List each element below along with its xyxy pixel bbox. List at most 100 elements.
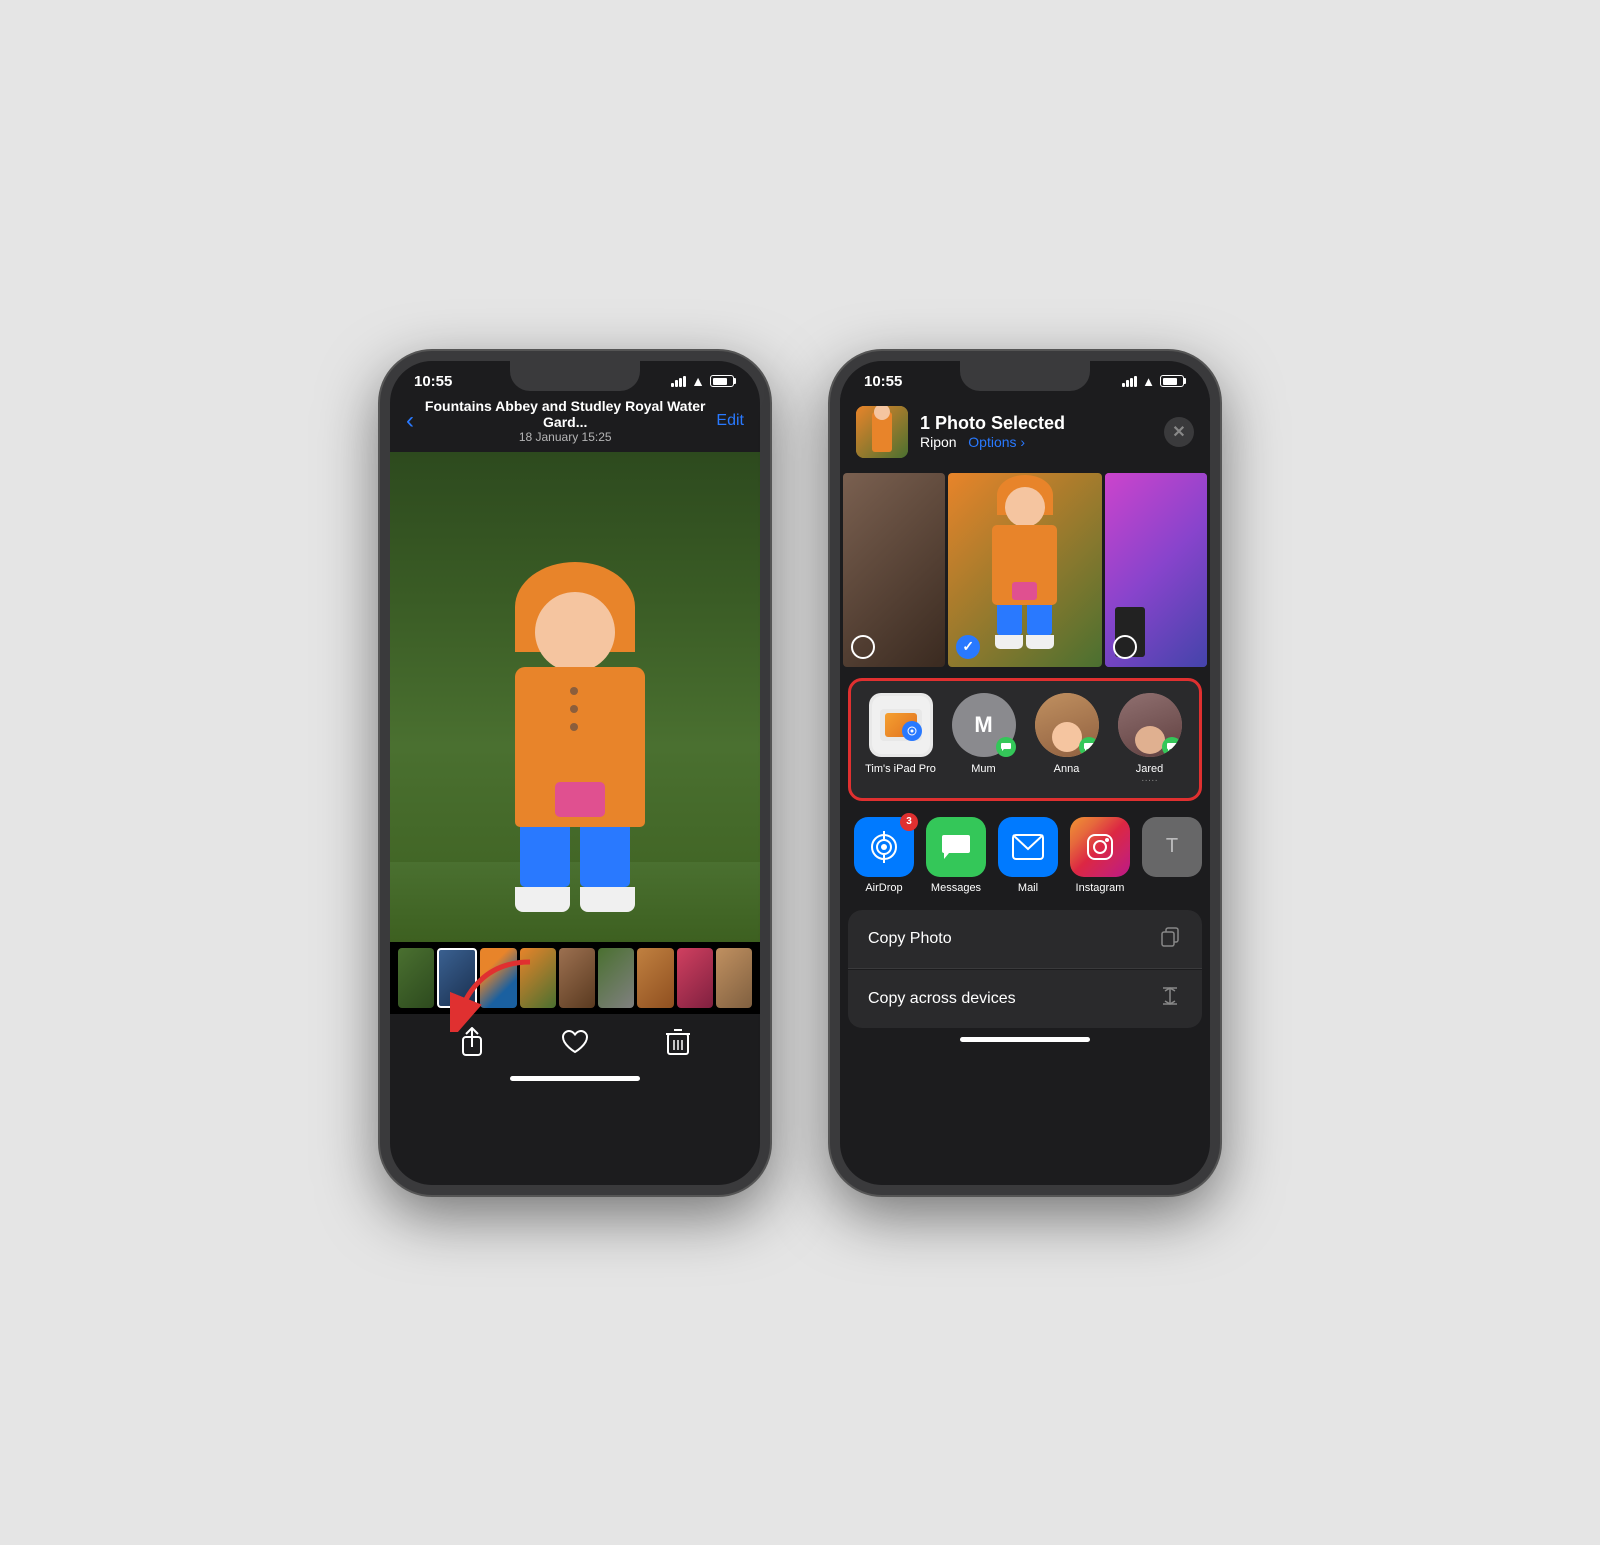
- airdrop-label: AirDrop: [865, 882, 902, 894]
- airdrop-section: Tim's iPad Pro M Mum: [848, 678, 1202, 801]
- time-left: 10:55: [414, 373, 452, 390]
- copy-across-row[interactable]: Copy across devices: [848, 970, 1202, 1028]
- ipad-avatar[interactable]: [869, 693, 933, 757]
- contact-jared[interactable]: Jared ·····: [1114, 693, 1186, 786]
- right-phone: 10:55 ▲ 1 Photo Selec: [830, 351, 1220, 1195]
- nav-bar-left: ‹ Fountains Abbey and Studley Royal Wate…: [390, 394, 760, 452]
- photo-date: 18 January 15:25: [422, 430, 708, 444]
- signal-bar-1: [671, 383, 674, 387]
- options-button[interactable]: Options ›: [968, 434, 1025, 450]
- film-thumb-8[interactable]: [677, 948, 713, 1008]
- messages-app-icon[interactable]: [926, 817, 986, 877]
- film-thumb-6[interactable]: [598, 948, 634, 1008]
- checkmark: ✓: [962, 638, 974, 655]
- status-bar-right: 10:55 ▲: [840, 361, 1210, 394]
- airdrop-contacts: Tim's iPad Pro M Mum: [863, 693, 1187, 786]
- grid-photo-1[interactable]: [843, 473, 945, 667]
- copy-across-label: Copy across devices: [868, 990, 1016, 1008]
- copy-photo-row[interactable]: Copy Photo: [848, 910, 1202, 969]
- child-leg-right: [580, 827, 630, 887]
- share-header: 1 Photo Selected Ripon Options › ✕: [840, 394, 1210, 470]
- edit-button[interactable]: Edit: [716, 412, 744, 430]
- contact-anna[interactable]: Anna: [1031, 693, 1103, 786]
- film-strip[interactable]: [390, 942, 760, 1014]
- mail-app-icon[interactable]: [998, 817, 1058, 877]
- contact-name-anna: Anna: [1054, 763, 1080, 775]
- mail-label: Mail: [1018, 882, 1038, 894]
- left-phone: 10:55 ▲ ‹ Fountains Abbey and Studley Ro…: [380, 351, 770, 1195]
- airdrop-app-icon[interactable]: 3: [854, 817, 914, 877]
- film-thumb-5[interactable]: [559, 948, 595, 1008]
- badge-3: 3: [900, 813, 918, 831]
- select-circle-1[interactable]: [851, 635, 875, 659]
- instagram-label: Instagram: [1076, 882, 1125, 894]
- location-name: Ripon: [920, 434, 957, 450]
- signal-bar-2: [675, 380, 678, 387]
- wifi-icon-right: ▲: [1142, 374, 1155, 389]
- anna-avatar[interactable]: [1035, 693, 1099, 757]
- contact-name-mum: Mum: [971, 763, 995, 775]
- film-thumb-7[interactable]: [637, 948, 673, 1008]
- copy-photo-icon: [1158, 924, 1182, 954]
- status-icons-left: ▲: [671, 373, 736, 389]
- heart-button[interactable]: [559, 1026, 591, 1058]
- home-indicator-left: [510, 1076, 640, 1081]
- home-indicator-right: [960, 1037, 1090, 1042]
- film-thumb-2[interactable]: [437, 948, 477, 1008]
- share-location: Ripon Options ›: [920, 434, 1152, 450]
- film-thumb-1[interactable]: [398, 948, 434, 1008]
- back-button[interactable]: ‹: [406, 407, 414, 435]
- child-boot-right: [580, 887, 635, 912]
- film-thumb-3[interactable]: [480, 948, 516, 1008]
- anna-message-badge: [1079, 737, 1099, 757]
- share-title: 1 Photo Selected: [920, 413, 1152, 434]
- child-boot-left: [515, 887, 570, 912]
- wifi-icon: ▲: [691, 373, 705, 389]
- signal-icon: [671, 375, 686, 387]
- app-messages[interactable]: Messages: [924, 817, 988, 894]
- copy-across-icon: [1158, 984, 1182, 1014]
- jared-avatar[interactable]: [1118, 693, 1182, 757]
- child-head: [535, 592, 615, 672]
- instagram-app-icon[interactable]: [1070, 817, 1130, 877]
- child-pants: [515, 827, 635, 887]
- app-airdrop[interactable]: 3 AirDrop: [852, 817, 916, 894]
- share-thumbnail: [856, 406, 908, 458]
- ipad-img: [872, 696, 930, 754]
- messages-label: Messages: [931, 882, 981, 894]
- copy-photo-label: Copy Photo: [868, 930, 952, 948]
- signal-bar-4: [683, 376, 686, 387]
- select-circle-2[interactable]: ✓: [956, 635, 980, 659]
- child-body: [515, 667, 645, 827]
- share-button[interactable]: [456, 1026, 488, 1058]
- mum-avatar[interactable]: M: [952, 693, 1016, 757]
- contact-sub-jared: ·····: [1136, 775, 1164, 786]
- nav-title: Fountains Abbey and Studley Royal Water …: [422, 398, 708, 444]
- time-right: 10:55: [864, 373, 902, 390]
- more-app-icon[interactable]: T: [1142, 817, 1202, 877]
- jared-message-badge: [1162, 737, 1182, 757]
- film-thumb-4[interactable]: [520, 948, 556, 1008]
- battery-icon-right: [1160, 375, 1186, 387]
- trash-button[interactable]: [662, 1026, 694, 1058]
- mum-message-badge: [996, 737, 1016, 757]
- contact-ipad[interactable]: Tim's iPad Pro: [865, 693, 937, 786]
- bottom-toolbar: [390, 1014, 760, 1070]
- contact-name-ipad: Tim's iPad Pro: [865, 763, 936, 775]
- film-thumb-9[interactable]: [716, 948, 752, 1008]
- app-mail[interactable]: Mail: [996, 817, 1060, 894]
- share-info: 1 Photo Selected Ripon Options ›: [920, 413, 1152, 450]
- status-icons-right: ▲: [1122, 374, 1186, 389]
- grid-photo-3[interactable]: [1105, 473, 1207, 667]
- photo-grid[interactable]: ✓: [840, 470, 1210, 670]
- app-instagram[interactable]: Instagram: [1068, 817, 1132, 894]
- airdrop-badge: [902, 721, 922, 741]
- contact-name-jared: Jared: [1136, 763, 1164, 775]
- contact-mum[interactable]: M Mum: [948, 693, 1020, 786]
- child-pocket: [555, 782, 605, 817]
- close-button[interactable]: ✕: [1164, 417, 1194, 447]
- select-circle-3[interactable]: [1113, 635, 1137, 659]
- app-more[interactable]: T: [1140, 817, 1204, 894]
- grid-photo-2[interactable]: ✓: [948, 473, 1101, 667]
- battery-icon: [710, 375, 736, 387]
